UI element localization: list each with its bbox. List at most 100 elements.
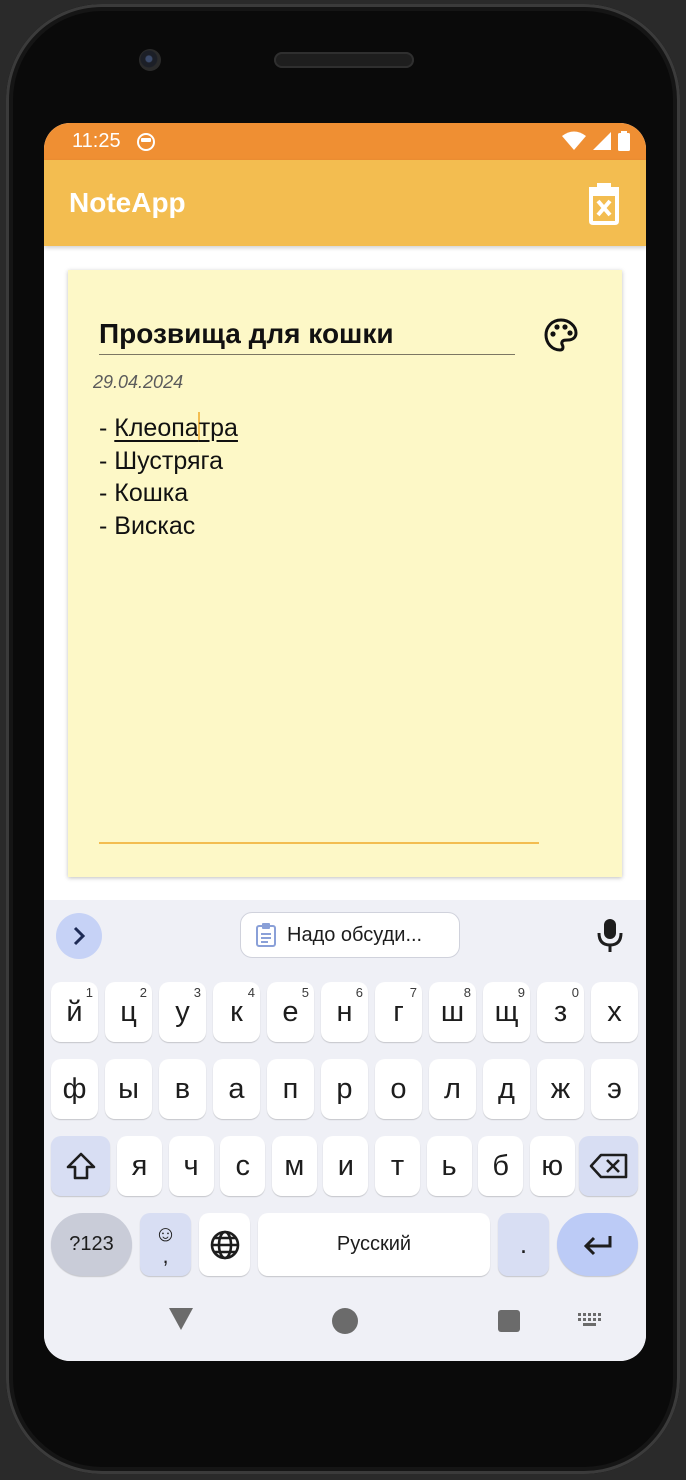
- note-card: Прозвища для кошки 29.04.2024 - Клеопатр…: [68, 270, 646, 1001]
- key-х[interactable]: х: [591, 982, 638, 1042]
- key-label: ю: [541, 1149, 564, 1182]
- clipboard-suggestion-chip[interactable]: Надо обсуди...: [240, 912, 460, 958]
- key-у[interactable]: у3: [159, 982, 206, 1042]
- recents-icon[interactable]: [497, 1309, 521, 1333]
- key-label: п: [282, 1072, 299, 1105]
- key-ч[interactable]: ч: [168, 1136, 214, 1196]
- key-е[interactable]: е5: [267, 982, 314, 1042]
- battery-icon: [618, 131, 630, 151]
- key-label: е: [282, 995, 299, 1028]
- key-label: в: [174, 1072, 191, 1105]
- key-с[interactable]: с: [220, 1136, 266, 1196]
- comma-label: ,: [162, 1242, 169, 1268]
- earpiece-speaker: [274, 52, 414, 68]
- key-label: э: [607, 1072, 622, 1105]
- key-я[interactable]: я: [117, 1136, 162, 1196]
- key-ф[interactable]: ф: [51, 1059, 98, 1119]
- symbols-key[interactable]: ?123: [51, 1213, 132, 1276]
- key-label: т: [390, 1149, 405, 1182]
- smiley-icon: ☺: [154, 1220, 177, 1246]
- enter-icon: [583, 1235, 611, 1255]
- key-label: о: [390, 1072, 407, 1105]
- key-label: и: [337, 1149, 354, 1182]
- note-body-input[interactable]: - Клеопатра - Шустряга - Кошка - Вискас: [99, 412, 539, 844]
- front-camera: [139, 49, 161, 71]
- key-м[interactable]: м: [271, 1136, 317, 1196]
- status-time: 11:25: [72, 130, 121, 152]
- note-line: - Вискас: [99, 511, 196, 540]
- app-title: NoteApp: [69, 187, 186, 218]
- key-г[interactable]: г7: [375, 982, 422, 1042]
- key-hint: 2: [139, 985, 147, 1000]
- note-title-input[interactable]: Прозвища для кошки: [99, 314, 515, 355]
- key-э[interactable]: э: [591, 1059, 638, 1119]
- key-hint: 9: [517, 985, 525, 1000]
- key-п[interactable]: п: [267, 1059, 314, 1119]
- key-а[interactable]: а: [213, 1059, 260, 1119]
- backspace-icon: [589, 1153, 627, 1179]
- key-ю[interactable]: ю: [529, 1136, 575, 1196]
- keyboard-switcher-icon[interactable]: [578, 1313, 604, 1327]
- key-label: щ: [494, 995, 519, 1028]
- shift-key[interactable]: [51, 1136, 110, 1196]
- key-з[interactable]: з0: [537, 982, 584, 1042]
- composing-word-part-1: Клеопа: [114, 414, 199, 442]
- list-dash: -: [99, 414, 115, 442]
- key-hint: 5: [301, 985, 309, 1000]
- key-о[interactable]: о: [375, 1059, 422, 1119]
- screen: 11:25 NoteApp Прозвища для кошки 29.04.2…: [44, 123, 646, 1361]
- voice-input-button[interactable]: [597, 917, 623, 955]
- app-bar: NoteApp: [44, 160, 646, 246]
- key-ь[interactable]: ь: [426, 1136, 472, 1196]
- key-label: г: [393, 995, 404, 1028]
- key-ж[interactable]: ж: [537, 1059, 584, 1119]
- key-к[interactable]: к4: [213, 982, 260, 1042]
- key-label: ф: [62, 1072, 87, 1105]
- key-т[interactable]: т: [375, 1136, 420, 1196]
- key-д[interactable]: д: [483, 1059, 530, 1119]
- key-hint: 0: [571, 985, 579, 1000]
- language-switch-key[interactable]: [199, 1213, 250, 1276]
- key-ш[interactable]: ш8: [429, 982, 476, 1042]
- key-hint: 4: [247, 985, 255, 1000]
- period-key[interactable]: .: [498, 1213, 549, 1276]
- key-label: м: [284, 1149, 305, 1182]
- key-л[interactable]: л: [429, 1059, 476, 1119]
- key-label: ж: [550, 1072, 571, 1105]
- key-label: р: [336, 1072, 353, 1105]
- key-р[interactable]: р: [321, 1059, 368, 1119]
- key-б[interactable]: б: [478, 1136, 524, 1196]
- delete-note-button[interactable]: [586, 181, 622, 225]
- space-bar[interactable]: Русский: [258, 1213, 490, 1276]
- key-label: ы: [118, 1072, 139, 1105]
- shift-icon: [66, 1152, 95, 1180]
- wifi-icon: [562, 131, 586, 150]
- key-hint: 6: [355, 985, 363, 1000]
- back-icon[interactable]: [168, 1307, 194, 1331]
- note-date: 29.04.2024: [93, 372, 184, 392]
- note-line: - Кошка: [99, 479, 189, 507]
- key-и[interactable]: и: [323, 1136, 369, 1196]
- note-line: - Шустряга: [99, 446, 223, 475]
- key-й[interactable]: й1: [51, 982, 98, 1042]
- clipboard-icon: [256, 923, 276, 947]
- key-label: ч: [183, 1149, 199, 1182]
- color-palette-button[interactable]: [544, 318, 578, 352]
- key-н[interactable]: н6: [321, 982, 368, 1042]
- key-ц[interactable]: ц2: [105, 982, 152, 1042]
- note-line: - Клеопатра: [99, 412, 539, 445]
- backspace-key[interactable]: [579, 1136, 638, 1196]
- home-icon[interactable]: [331, 1307, 359, 1335]
- signal-icon: [593, 132, 611, 150]
- emoji-comma-key[interactable]: ☺ ,: [140, 1213, 191, 1276]
- key-ы[interactable]: ы: [105, 1059, 152, 1119]
- key-щ[interactable]: щ9: [483, 982, 530, 1042]
- key-label: ц: [120, 995, 137, 1028]
- key-hint: 8: [463, 985, 471, 1000]
- key-hint: 3: [193, 985, 201, 1000]
- key-label: я: [131, 1149, 148, 1182]
- enter-key[interactable]: [557, 1213, 638, 1276]
- key-в[interactable]: в: [159, 1059, 206, 1119]
- keyboard-expand-button[interactable]: [56, 913, 102, 959]
- chevron-right-icon: [73, 926, 86, 946]
